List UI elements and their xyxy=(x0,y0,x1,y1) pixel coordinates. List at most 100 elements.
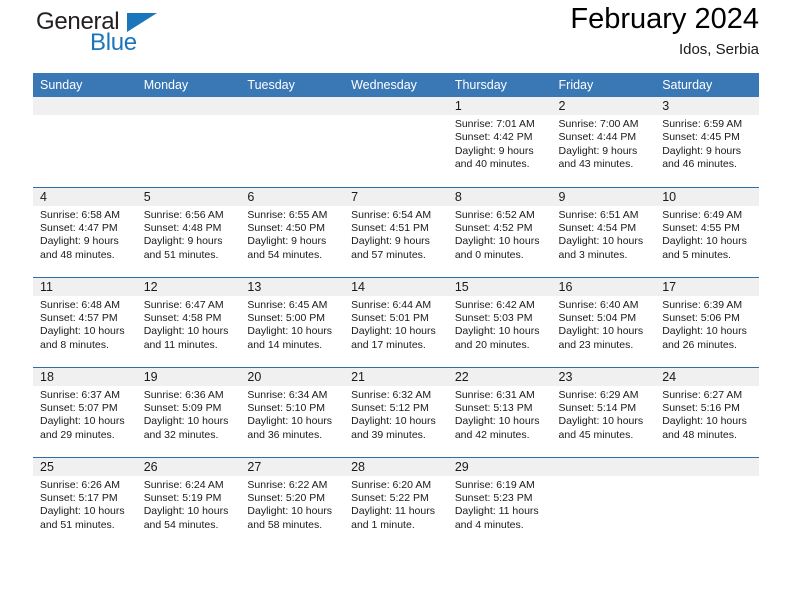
daylight-text-line1: Daylight: 10 hours xyxy=(247,505,333,518)
day-details: Sunrise: 6:55 AM Sunset: 4:50 PM Daylight:… xyxy=(240,206,344,263)
daylight-text-line1: Daylight: 10 hours xyxy=(351,325,436,338)
day-details: Sunrise: 6:31 AM Sunset: 5:13 PM Daylight:… xyxy=(448,386,552,443)
calendar-day-cell[interactable]: 13 Sunrise: 6:45 AM Sunset: 5:00 PM Dayligh… xyxy=(240,276,345,367)
daylight-text-line1: Daylight: 10 hours xyxy=(662,415,747,428)
day-number: 19 xyxy=(136,367,241,386)
calendar-day-cell-empty xyxy=(344,97,448,187)
day-details: Sunrise: 6:34 AM Sunset: 5:10 PM Daylight:… xyxy=(240,386,344,443)
page-title: February 2024 xyxy=(570,3,759,35)
general-blue-logo[interactable]: General Blue xyxy=(33,8,223,60)
sunrise-text: Sunrise: 6:39 AM xyxy=(662,298,743,311)
daylight-text-line2: and 39 minutes. xyxy=(351,428,426,441)
sunrise-text: Sunrise: 6:51 AM xyxy=(558,208,639,221)
day-number: 6 xyxy=(240,187,345,206)
sunset-text: Sunset: 4:47 PM xyxy=(40,221,118,234)
calendar-day-cell[interactable]: 8 Sunrise: 6:52 AM Sunset: 4:52 PM Daylight… xyxy=(447,186,552,277)
daylight-text-line2: and 58 minutes. xyxy=(247,518,323,531)
calendar-day-cell[interactable]: 26 Sunrise: 6:24 AM Sunset: 5:19 PM Dayligh… xyxy=(136,456,241,547)
calendar-day-cell[interactable]: 16 Sunrise: 6:40 AM Sunset: 5:04 PM Dayligh… xyxy=(551,276,656,367)
sunrise-text: Sunrise: 6:55 AM xyxy=(247,208,328,221)
calendar-day-cell[interactable]: 24 Sunrise: 6:27 AM Sunset: 5:16 PM Dayligh… xyxy=(655,366,759,457)
sunset-text: Sunset: 4:55 PM xyxy=(662,221,740,234)
calendar-day-cell[interactable]: 4 Sunrise: 6:58 AM Sunset: 4:47 PM Daylight… xyxy=(33,186,137,277)
day-details: Sunrise: 7:01 AM Sunset: 4:42 PM Daylight:… xyxy=(448,115,552,172)
sunset-text: Sunset: 4:57 PM xyxy=(40,311,118,324)
calendar-day-cell[interactable]: 5 Sunrise: 6:56 AM Sunset: 4:48 PM Daylight… xyxy=(136,186,241,277)
calendar-day-cell[interactable]: 11 Sunrise: 6:48 AM Sunset: 4:57 PM Dayligh… xyxy=(33,276,137,367)
calendar-day-cell[interactable]: 12 Sunrise: 6:47 AM Sunset: 4:58 PM Dayligh… xyxy=(136,276,241,367)
weekday-header-sunday: Sunday xyxy=(33,73,137,97)
sunrise-text: Sunrise: 6:45 AM xyxy=(247,298,328,311)
sunset-text: Sunset: 4:50 PM xyxy=(247,221,326,234)
sunrise-text: Sunrise: 6:31 AM xyxy=(454,388,535,401)
sunrise-text: Sunrise: 6:44 AM xyxy=(351,298,432,311)
sunset-text: Sunset: 5:12 PM xyxy=(351,401,429,414)
day-number: 17 xyxy=(655,277,759,296)
sunset-text: Sunset: 5:14 PM xyxy=(558,401,637,414)
calendar-day-cell[interactable]: 23 Sunrise: 6:29 AM Sunset: 5:14 PM Dayligh… xyxy=(551,366,656,457)
calendar-day-cell[interactable]: 3 Sunrise: 6:59 AM Sunset: 4:45 PM Daylight… xyxy=(655,97,759,187)
day-details: Sunrise: 6:42 AM Sunset: 5:03 PM Daylight:… xyxy=(448,296,552,353)
day-number-band xyxy=(136,97,241,115)
sunset-text: Sunset: 5:01 PM xyxy=(351,311,429,324)
calendar-day-cell[interactable]: 25 Sunrise: 6:26 AM Sunset: 5:17 PM Dayligh… xyxy=(33,456,137,547)
sunset-text: Sunset: 5:20 PM xyxy=(247,491,326,504)
sunrise-text: Sunrise: 6:40 AM xyxy=(558,298,639,311)
daylight-text-line1: Daylight: 10 hours xyxy=(40,415,125,428)
weekday-header-monday: Monday xyxy=(136,73,241,97)
daylight-text-line2: and 51 minutes. xyxy=(143,248,219,261)
day-details: Sunrise: 6:27 AM Sunset: 5:16 PM Daylight:… xyxy=(655,386,759,443)
sunrise-text: Sunrise: 6:29 AM xyxy=(558,388,639,401)
daylight-text-line2: and 48 minutes. xyxy=(662,428,737,441)
daylight-text-line2: and 26 minutes. xyxy=(662,338,737,351)
day-details: Sunrise: 6:19 AM Sunset: 5:23 PM Daylight:… xyxy=(448,476,552,533)
day-details: Sunrise: 6:45 AM Sunset: 5:00 PM Daylight:… xyxy=(240,296,344,353)
calendar-day-cell[interactable]: 27 Sunrise: 6:22 AM Sunset: 5:20 PM Dayligh… xyxy=(240,456,345,547)
calendar-day-cell[interactable]: 9 Sunrise: 6:51 AM Sunset: 4:54 PM Daylight… xyxy=(551,186,656,277)
calendar-week-row: 18 Sunrise: 6:37 AM Sunset: 5:07 PM Dayligh… xyxy=(33,366,759,457)
calendar-day-cell[interactable]: 18 Sunrise: 6:37 AM Sunset: 5:07 PM Dayligh… xyxy=(33,366,137,457)
calendar-day-cell[interactable]: 14 Sunrise: 6:44 AM Sunset: 5:01 PM Dayligh… xyxy=(344,276,448,367)
day-number: 16 xyxy=(551,277,656,296)
day-details: Sunrise: 6:32 AM Sunset: 5:12 PM Daylight:… xyxy=(344,386,448,443)
calendar-day-cell[interactable]: 28 Sunrise: 6:20 AM Sunset: 5:22 PM Dayligh… xyxy=(344,456,448,547)
day-number: 13 xyxy=(240,277,345,296)
weekday-header-friday: Friday xyxy=(551,73,656,97)
day-number: 9 xyxy=(551,187,656,206)
calendar-day-cell[interactable]: 1 Sunrise: 7:01 AM Sunset: 4:42 PM Daylight… xyxy=(447,97,552,187)
daylight-text-line1: Daylight: 10 hours xyxy=(662,235,747,248)
calendar-day-cell[interactable]: 15 Sunrise: 6:42 AM Sunset: 5:03 PM Dayligh… xyxy=(447,276,552,367)
calendar-day-cell[interactable]: 7 Sunrise: 6:54 AM Sunset: 4:51 PM Daylight… xyxy=(344,186,448,277)
daylight-text-line1: Daylight: 9 hours xyxy=(558,144,638,157)
sunset-text: Sunset: 5:10 PM xyxy=(247,401,326,414)
sunrise-text: Sunrise: 6:19 AM xyxy=(454,478,535,491)
calendar-day-cell[interactable]: 10 Sunrise: 6:49 AM Sunset: 4:55 PM Dayligh… xyxy=(655,186,759,277)
calendar-day-cell[interactable]: 21 Sunrise: 6:32 AM Sunset: 5:12 PM Dayligh… xyxy=(344,366,448,457)
calendar-day-cell[interactable]: 29 Sunrise: 6:19 AM Sunset: 5:23 PM Dayligh… xyxy=(447,456,552,547)
day-details: Sunrise: 6:20 AM Sunset: 5:22 PM Daylight:… xyxy=(344,476,448,533)
daylight-text-line1: Daylight: 9 hours xyxy=(351,235,430,248)
weekday-header-wednesday: Wednesday xyxy=(344,73,448,97)
day-number: 21 xyxy=(344,367,448,386)
day-details: Sunrise: 6:29 AM Sunset: 5:14 PM Daylight:… xyxy=(552,386,656,443)
day-details: Sunrise: 6:51 AM Sunset: 4:54 PM Daylight:… xyxy=(552,206,656,263)
day-details: Sunrise: 6:52 AM Sunset: 4:52 PM Daylight:… xyxy=(448,206,552,263)
day-number: 12 xyxy=(136,277,241,296)
calendar-day-cell[interactable]: 19 Sunrise: 6:36 AM Sunset: 5:09 PM Dayligh… xyxy=(136,366,241,457)
daylight-text-line2: and 36 minutes. xyxy=(247,428,323,441)
calendar-day-cell[interactable]: 2 Sunrise: 7:00 AM Sunset: 4:44 PM Daylight… xyxy=(551,97,656,187)
day-number: 23 xyxy=(551,367,656,386)
calendar-day-cell[interactable]: 6 Sunrise: 6:55 AM Sunset: 4:50 PM Daylight… xyxy=(240,186,345,277)
daylight-text-line1: Daylight: 10 hours xyxy=(40,325,125,338)
calendar-day-cell[interactable]: 17 Sunrise: 6:39 AM Sunset: 5:06 PM Dayligh… xyxy=(655,276,759,367)
calendar-day-cell[interactable]: 20 Sunrise: 6:34 AM Sunset: 5:10 PM Dayligh… xyxy=(240,366,345,457)
calendar-day-cell[interactable]: 22 Sunrise: 6:31 AM Sunset: 5:13 PM Dayligh… xyxy=(447,366,552,457)
day-details: Sunrise: 6:22 AM Sunset: 5:20 PM Daylight:… xyxy=(240,476,344,533)
daylight-text-line2: and 5 minutes. xyxy=(662,248,732,261)
day-number-band xyxy=(344,97,448,115)
sunset-text: Sunset: 4:44 PM xyxy=(558,131,637,144)
calendar-day-cell-empty xyxy=(655,456,759,547)
day-details: Sunrise: 6:48 AM Sunset: 4:57 PM Daylight:… xyxy=(33,296,137,353)
sunrise-text: Sunrise: 6:24 AM xyxy=(143,478,224,491)
day-details: Sunrise: 6:47 AM Sunset: 4:58 PM Daylight:… xyxy=(137,296,241,353)
